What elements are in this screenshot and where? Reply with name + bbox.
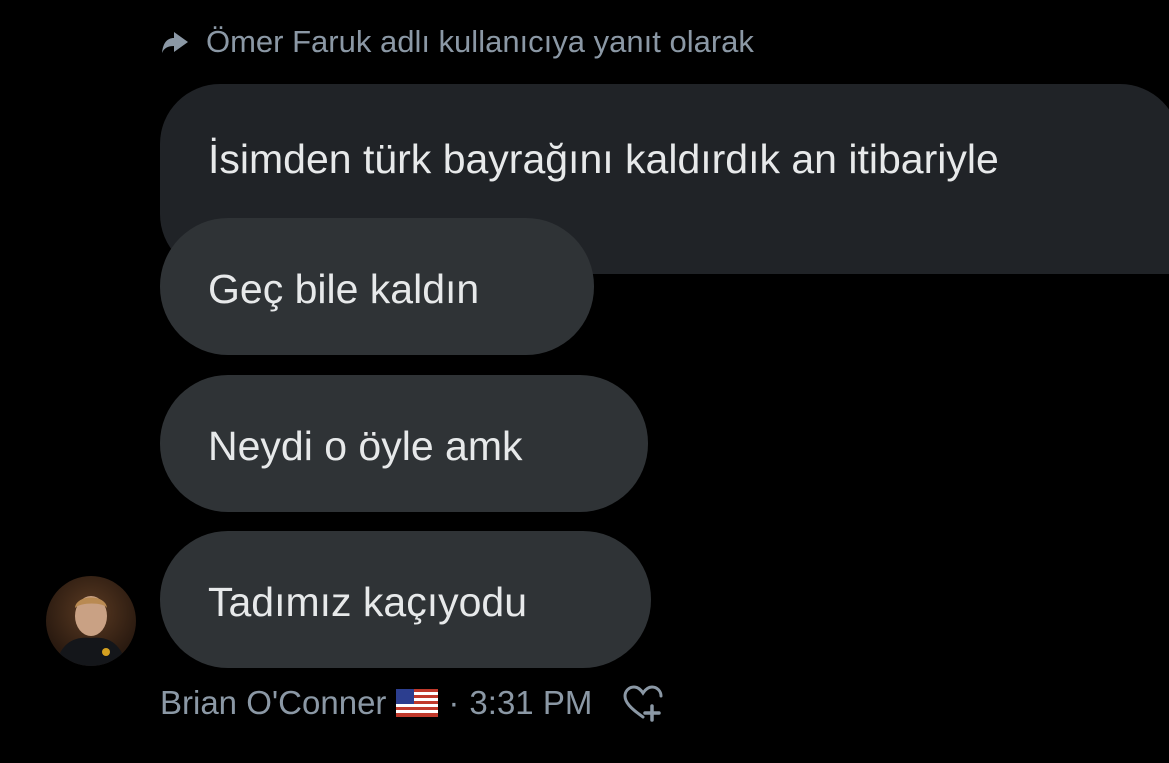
message-bubble[interactable]: Neydi o öyle amk [160, 375, 648, 512]
meta-separator: · [448, 684, 460, 721]
reply-context[interactable]: Ömer Faruk adlı kullanıcıya yanıt olarak [160, 24, 754, 60]
message-time: 3:31 PM [469, 684, 593, 721]
us-flag-icon [396, 689, 439, 717]
message-text: İsimden türk bayrağını kaldırdık an itib… [208, 136, 999, 182]
reply-context-text: Ömer Faruk adlı kullanıcıya yanıt olarak [206, 24, 754, 59]
avatar[interactable] [46, 576, 136, 666]
message-bubble[interactable]: Tadımız kaçıyodu [160, 531, 651, 668]
message-text: Neydi o öyle amk [208, 423, 523, 469]
heart-add-icon[interactable] [622, 684, 664, 722]
sender-name[interactable]: Brian O'Conner [160, 684, 386, 722]
message-meta: Brian O'Conner · 3:31 PM [160, 684, 664, 722]
reply-arrow-icon [162, 32, 188, 53]
message-text: Tadımız kaçıyodu [208, 579, 528, 625]
message-text: Geç bile kaldın [208, 266, 480, 312]
message-bubble[interactable]: Geç bile kaldın [160, 218, 594, 355]
